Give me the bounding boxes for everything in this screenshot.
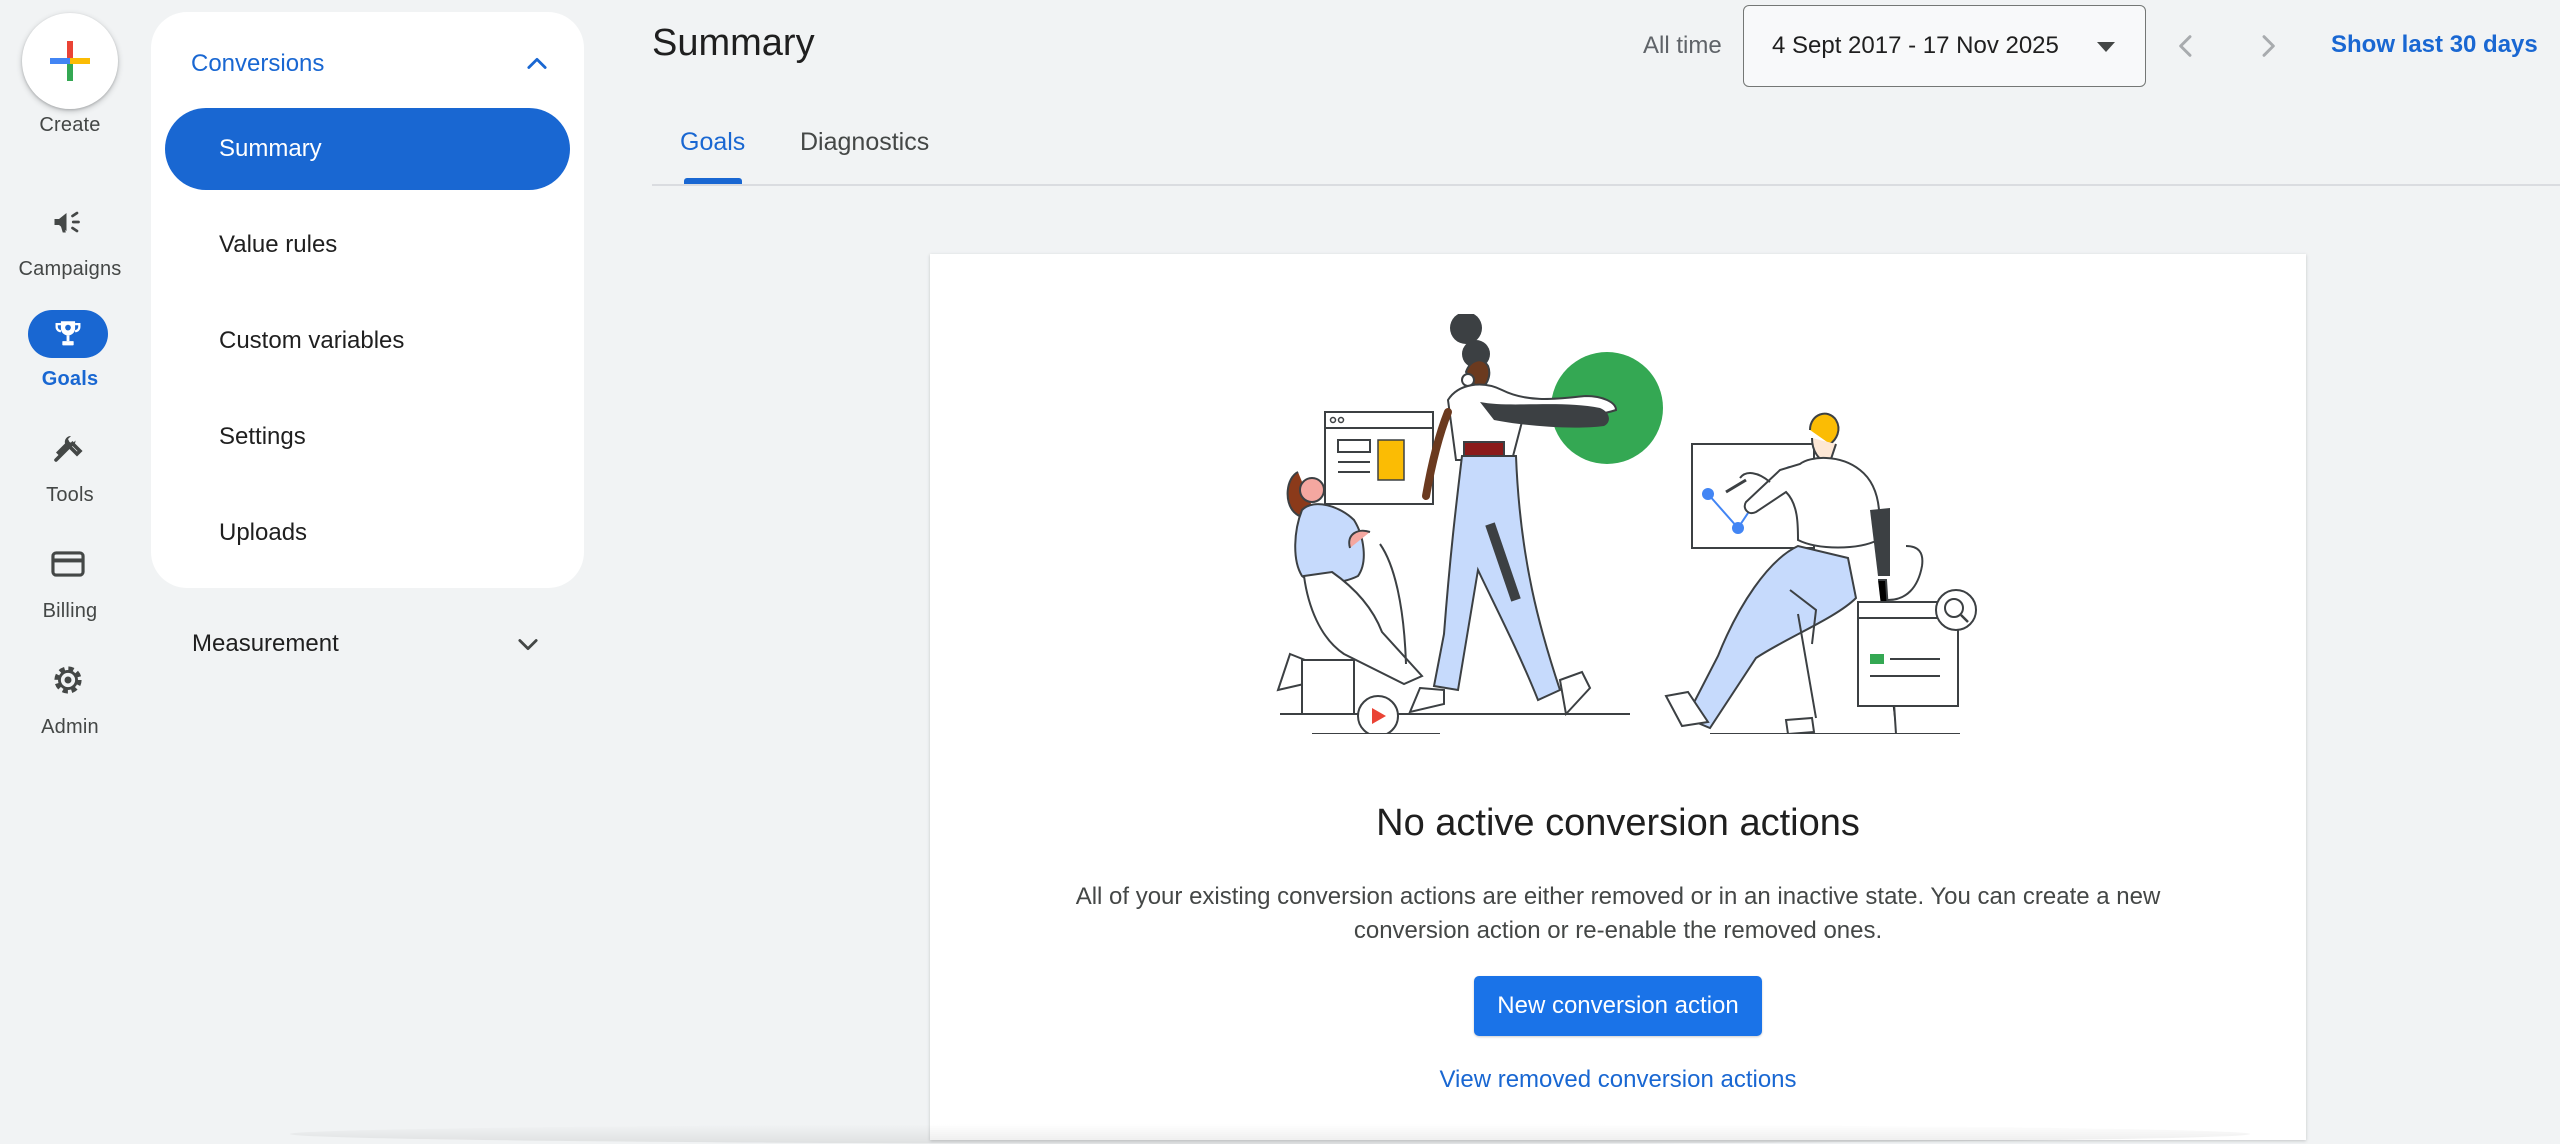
rail-icon-wrap [28,310,108,358]
subnav-item-value-rules[interactable]: Value rules [165,204,570,286]
dropdown-caret-icon [2097,42,2115,52]
chevron-left-icon [2179,35,2192,57]
rail-item-billing[interactable]: Billing [0,540,140,640]
rail-label-goals: Goals [41,368,99,390]
rail-label-admin: Admin [41,716,99,738]
tab-goals[interactable]: Goals [680,128,745,157]
date-range-picker[interactable]: 4 Sept 2017 - 17 Nov 2025 [1743,5,2146,87]
new-conversion-action-button[interactable]: New conversion action [1474,976,1762,1036]
conversions-section-toggle[interactable]: Conversions [191,36,551,92]
conversions-subnav: Conversions Summary Value rules Custom v… [151,12,584,588]
rail-item-goals[interactable]: Goals [0,308,140,408]
tools-icon [54,435,83,462]
previous-period-button[interactable] [2164,24,2208,68]
rail-item-campaigns[interactable]: Campaigns [0,198,140,298]
empty-state-title: No active conversion actions [1376,802,1860,844]
rail-label-tools: Tools [46,484,94,506]
bottom-shadow [290,1124,2250,1144]
subnav-item-settings[interactable]: Settings [165,396,570,478]
subnav-item-uploads[interactable]: Uploads [165,492,570,574]
gear-icon [54,666,82,694]
rail-item-admin[interactable]: Admin [0,656,140,756]
measurement-section-toggle[interactable]: Measurement [192,612,542,676]
measurement-label: Measurement [192,630,339,657]
chevron-down-icon [518,639,538,651]
people-analytics-illustration [1276,314,1977,734]
chevron-up-icon [527,57,547,69]
page-title: Summary [652,22,815,64]
rail-icon-wrap [28,656,108,704]
show-last-30-days-link[interactable]: Show last 30 days [2331,31,2538,59]
active-tab-indicator [684,178,742,184]
empty-state-description: All of your existing conversion actions … [1075,883,2161,944]
create-label: Create [39,114,101,136]
subnav-item-custom-variables[interactable]: Custom variables [165,300,570,382]
section-title: Conversions [191,50,325,77]
create-button[interactable] [22,13,118,109]
rail-icon-wrap [28,540,108,588]
rail-icon-wrap [28,424,108,472]
plus-icon [50,41,90,81]
rail-label-campaigns: Campaigns [18,258,122,280]
rail-icon-wrap [28,198,108,246]
rail-item-tools[interactable]: Tools [0,424,140,524]
subnav-item-summary[interactable]: Summary [165,108,570,190]
navigation-rail: Create Campaigns Goals Tools Billing Adm… [0,0,140,1144]
tab-diagnostics[interactable]: Diagnostics [800,128,929,157]
tab-bar: Goals Diagnostics [652,112,2560,186]
range-label: All time [1643,32,1722,59]
view-removed-conversion-actions-link[interactable]: View removed conversion actions [930,1066,2306,1094]
trophy-icon [55,321,81,346]
megaphone-icon [54,211,80,233]
date-range-value: 4 Sept 2017 - 17 Nov 2025 [1772,32,2059,59]
rail-label-billing: Billing [42,600,98,622]
chevron-right-icon [2262,35,2275,57]
empty-state-card: No active conversion actions All of your… [930,254,2306,1140]
credit-card-icon [51,551,85,577]
next-period-button[interactable] [2246,24,2290,68]
